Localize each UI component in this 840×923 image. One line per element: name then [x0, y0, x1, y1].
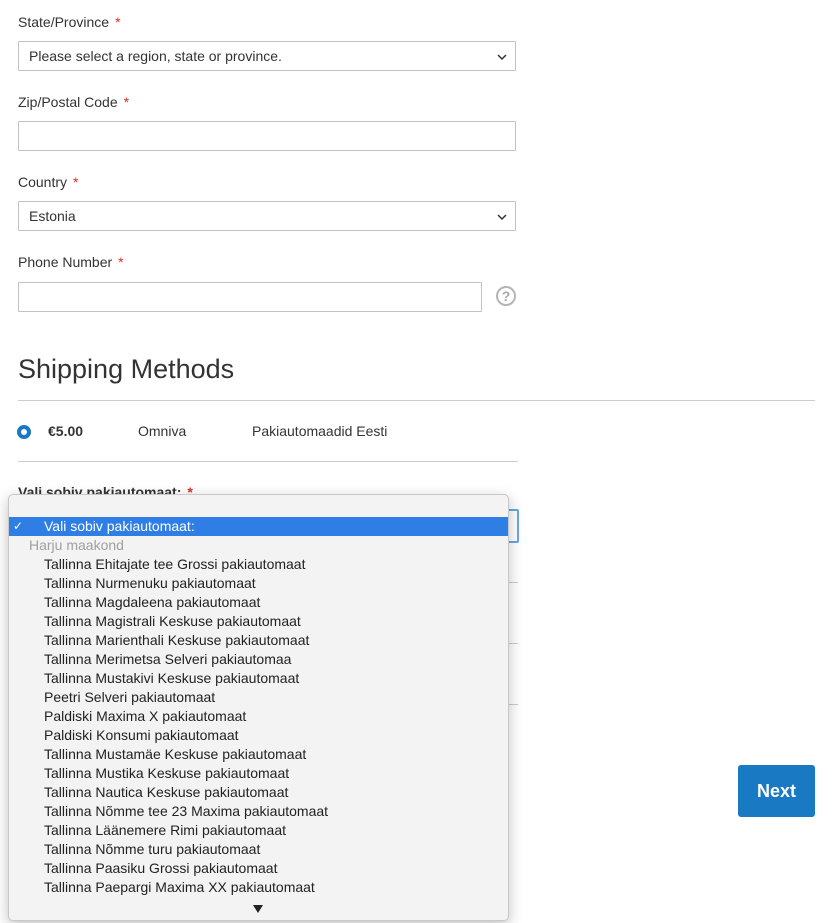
- checkmark-icon: ✓: [13, 519, 24, 533]
- dropdown-option[interactable]: Tallinna Mustamäe Keskuse pakiautomaat: [9, 745, 508, 764]
- dropdown-option[interactable]: Tallinna Magdaleena pakiautomaat: [9, 593, 508, 612]
- row-divider: [18, 461, 518, 462]
- phone-label: Phone Number *: [18, 254, 124, 270]
- dropdown-option[interactable]: Paldiski Maxima X pakiautomaat: [9, 707, 508, 726]
- dropdown-option[interactable]: Tallinna Nautica Keskuse pakiautomaat: [9, 783, 508, 802]
- shipping-carrier: Omniva: [138, 423, 187, 439]
- next-button[interactable]: Next: [738, 765, 815, 817]
- country-label: Country *: [18, 174, 78, 190]
- state-label: State/Province *: [18, 14, 121, 30]
- dropdown-option[interactable]: Tallinna Läänemere Rimi pakiautomaat: [9, 821, 508, 840]
- shipping-method-title: Pakiautomaadid Eesti: [252, 423, 388, 439]
- required-asterisk: *: [73, 174, 79, 190]
- dropdown-option[interactable]: Tallinna Magistrali Keskuse pakiautomaat: [9, 612, 508, 631]
- country-select-value: Estonia: [29, 208, 76, 224]
- help-icon[interactable]: ?: [496, 286, 516, 306]
- shipping-methods-title: Shipping Methods: [18, 354, 235, 384]
- zip-input[interactable]: [18, 121, 516, 151]
- scroll-down-arrow-icon[interactable]: [253, 905, 263, 913]
- option-label: Vali sobiv pakiautomaat:: [44, 518, 195, 534]
- zip-label-text: Zip/Postal Code: [18, 94, 118, 110]
- required-asterisk: *: [123, 94, 130, 110]
- dropdown-option[interactable]: Tallinna Mustika Keskuse pakiautomaat: [9, 764, 508, 783]
- dropdown-option[interactable]: Peetri Selveri pakiautomaat: [9, 688, 508, 707]
- zip-label: Zip/Postal Code *: [18, 94, 129, 110]
- state-select-value: Please select a region, state or provinc…: [29, 48, 282, 64]
- dropdown-option[interactable]: Tallinna Marienthali Keskuse pakiautomaa…: [9, 631, 508, 650]
- terminal-dropdown-list[interactable]: ✓ Vali sobiv pakiautomaat: Harju maakond…: [8, 494, 509, 921]
- required-asterisk: *: [118, 254, 124, 270]
- shipping-price: €5.00: [48, 423, 84, 439]
- dropdown-option[interactable]: Tallinna Nõmme tee 23 Maxima pakiautomaa…: [9, 802, 508, 821]
- dropdown-option[interactable]: Tallinna Mustakivi Keskuse pakiautomaat: [9, 669, 508, 688]
- dropdown-option[interactable]: Tallinna Nõmme turu pakiautomaat: [9, 840, 508, 859]
- dropdown-option[interactable]: Tallinna Paepargi Maxima XX pakiautomaat: [9, 878, 508, 897]
- shipping-method-radio[interactable]: [17, 425, 31, 439]
- option-group-label: Harju maakond: [29, 537, 124, 553]
- dropdown-option[interactable]: Tallinna Merimetsa Selveri pakiautomaa: [9, 650, 508, 669]
- section-divider: [18, 400, 815, 401]
- chevron-down-icon: [497, 214, 507, 221]
- dropdown-option[interactable]: Tallinna Ehitajate tee Grossi pakiautoma…: [9, 555, 508, 574]
- required-asterisk: *: [115, 14, 121, 30]
- chevron-down-icon: [497, 54, 507, 61]
- dropdown-option[interactable]: Tallinna Paasiku Grossi pakiautomaat: [9, 859, 508, 878]
- state-select[interactable]: Please select a region, state or provinc…: [18, 41, 516, 71]
- phone-input[interactable]: [18, 282, 482, 312]
- phone-label-text: Phone Number: [18, 254, 113, 270]
- dropdown-option-selected[interactable]: ✓ Vali sobiv pakiautomaat:: [9, 517, 508, 536]
- country-label-text: Country: [18, 174, 68, 190]
- dropdown-option[interactable]: Tallinna Nurmenuku pakiautomaat: [9, 574, 508, 593]
- country-select[interactable]: Estonia: [18, 201, 516, 231]
- dropdown-option[interactable]: Paldiski Konsumi pakiautomaat: [9, 726, 508, 745]
- state-label-text: State/Province: [18, 14, 110, 30]
